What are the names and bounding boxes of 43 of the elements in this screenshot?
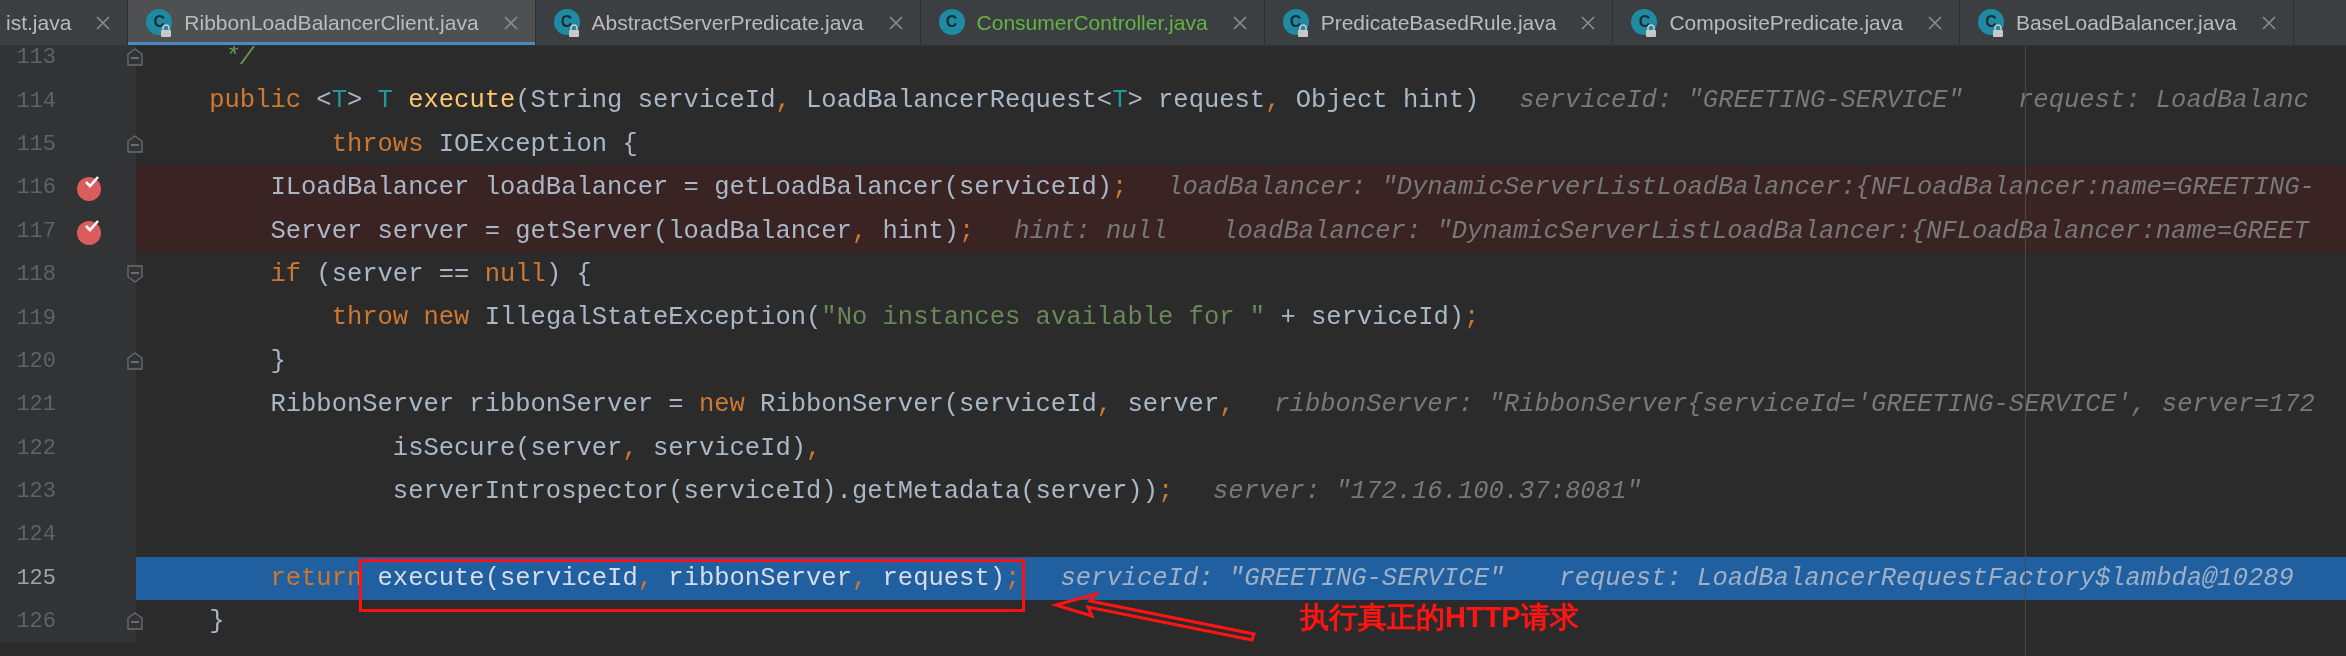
fold-icon[interactable]: [127, 134, 143, 153]
class-icon: C: [1631, 9, 1658, 35]
code-line: Server server = getServer(loadBalancer, hint);: [269, 215, 975, 248]
inline-value-hint: loadBalancer: "DynamicServerListLoadBalancer:{NFLoadBalancer:name=GREET: [1222, 215, 2309, 248]
fold-icon[interactable]: [127, 48, 143, 66]
fold-icon[interactable]: [127, 351, 143, 370]
inline-value-hint: loadBalancer: "DynamicServerListLoadBalancer:{NFLoadBalancer:name=GREETING-: [1167, 172, 2315, 205]
annotation-text: 执行真正的HTTP请求: [1300, 600, 1579, 635]
highlighted-code: execute(serviceId, ribbonServer, request);: [359, 558, 1026, 612]
class-icon: C: [553, 9, 580, 35]
inline-value-hint: serviceId: "GREETING-SERVICE": [1060, 562, 1505, 595]
inline-value-hint: server: "172.16.100.37:8081": [1213, 475, 1642, 508]
close-icon[interactable]: [887, 15, 904, 31]
code-line: throw new IllegalStateException("No instances available for " + serviceId);: [330, 302, 1480, 335]
class-icon: C: [938, 9, 965, 35]
class-icon: C: [1282, 9, 1309, 35]
editor-tab[interactable]: C RibbonLoadBalancerClient.java: [128, 0, 536, 45]
inline-value-hint: hint: null: [1014, 215, 1168, 248]
code-line: if (server == null) {: [269, 258, 592, 291]
close-icon[interactable]: [1926, 15, 1943, 31]
inline-value-hint: ribbonServer: "RibbonServer{serviceId='GREETING-SERVICE', server=172: [1274, 389, 2315, 422]
fold-icon[interactable]: [127, 612, 143, 631]
close-icon[interactable]: [95, 15, 112, 31]
fold-icon[interactable]: [127, 264, 143, 283]
line-number: 125: [15, 565, 56, 591]
class-icon: C: [146, 9, 173, 35]
code-line: ILoadBalancer loadBalancer = getLoadBalancer(serviceId);: [269, 172, 1128, 205]
code-line: }: [269, 345, 286, 378]
code-line: RibbonServer ribbonServer = new RibbonServer(serviceId, server,: [269, 389, 1235, 422]
close-icon[interactable]: [1231, 15, 1248, 31]
code-line: serverIntrospector(serviceId).getMetadata(server));: [391, 475, 1174, 508]
inline-value-hint: request: LoadBalanc: [2018, 85, 2309, 118]
code-line: throws IOException {: [330, 128, 638, 161]
code-line: public <T> T execute(String serviceId, LoadBalancerRequest<T> request, Object hint): [208, 85, 1480, 118]
close-icon[interactable]: [502, 15, 519, 31]
close-icon[interactable]: [1580, 15, 1597, 31]
inline-value-hint: serviceId: "GREETING-SERVICE": [1519, 85, 1963, 118]
breakpoint-icon[interactable]: [76, 174, 104, 203]
code-line: isSecure(server, serviceId),: [391, 432, 822, 465]
code-line: */: [223, 46, 256, 74]
class-icon: C: [1977, 9, 2004, 35]
close-icon[interactable]: [2260, 15, 2277, 31]
code-line: }: [208, 606, 225, 639]
